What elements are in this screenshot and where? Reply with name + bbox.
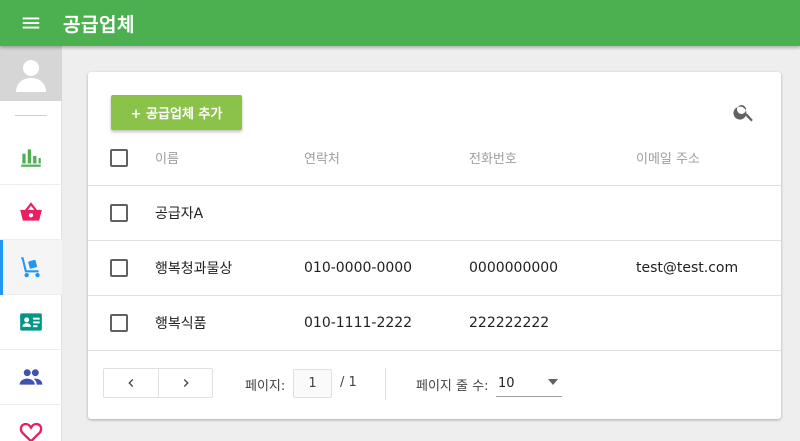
suppliers-table: 이름 연락처 전화번호 이메일 주소 공급자A 행복청과물상 010-0000-… — [88, 130, 781, 351]
supplier-name: 행복식품 — [155, 316, 207, 332]
hand-truck-icon — [21, 257, 40, 278]
table-row[interactable]: 행복청과물상 010-0000-0000 0000000000 test@tes… — [88, 241, 781, 296]
sidebar-item-products[interactable] — [0, 185, 62, 240]
app-bar: 공급업체 — [0, 0, 800, 46]
heart-icon — [19, 422, 43, 441]
supplier-name: 공급자A — [155, 206, 204, 222]
user-avatar-icon — [16, 59, 46, 92]
sidebar-item-dashboard[interactable] — [0, 130, 62, 185]
select-all-checkbox[interactable] — [110, 148, 128, 167]
dropdown-arrow-icon — [548, 379, 558, 385]
page-title: 공급업체 — [63, 13, 135, 36]
sidebar-item-users[interactable] — [0, 350, 62, 405]
column-header-email[interactable]: 이메일 주소 — [636, 130, 700, 185]
add-supplier-button[interactable]: + 공급업체 추가 — [111, 95, 242, 130]
rows-per-page-value: 10 — [498, 375, 515, 391]
chevron-left-icon — [128, 379, 134, 387]
column-header-phone[interactable]: 전화번호 — [469, 130, 517, 185]
supplier-contact: 010-1111-2222 — [304, 315, 413, 331]
supplier-email: test@test.com — [636, 260, 739, 276]
menu-icon — [22, 17, 40, 29]
search-button[interactable] — [732, 100, 756, 124]
sidebar-item-favorites[interactable] — [0, 405, 62, 441]
chevron-right-icon — [183, 379, 189, 387]
page-number-input[interactable] — [293, 369, 332, 398]
supplier-contact: 010-0000-0000 — [304, 260, 413, 276]
page-total: / 1 — [340, 375, 357, 390]
sidebar-nav — [0, 130, 62, 441]
rows-per-page-select[interactable]: 10 — [496, 370, 562, 397]
supplier-phone: 0000000000 — [469, 260, 559, 276]
pagination-divider — [385, 368, 386, 400]
shopping-basket-icon — [20, 202, 42, 221]
previous-page-button[interactable] — [104, 369, 158, 397]
pagination-bar: 페이지: / 1 페이지 줄 수: 10 — [88, 352, 781, 419]
sidebar-divider — [14, 115, 47, 116]
search-icon — [733, 105, 753, 122]
menu-button[interactable] — [0, 0, 62, 46]
avatar[interactable] — [0, 46, 62, 101]
row-checkbox[interactable] — [110, 259, 128, 277]
pager-buttons — [103, 368, 213, 398]
column-header-name[interactable]: 이름 — [155, 130, 179, 185]
contact-card-icon — [20, 313, 42, 331]
bar-chart-icon — [21, 149, 41, 167]
sidebar — [0, 46, 62, 441]
supplier-name: 행복청과물상 — [155, 261, 233, 277]
table-row[interactable]: 공급자A — [88, 186, 781, 241]
rows-per-page-label: 페이지 줄 수: — [416, 379, 489, 394]
suppliers-card: + 공급업체 추가 이름 연락처 전화번호 이메일 주소 공급자A 행복청과물상… — [88, 72, 781, 419]
row-checkbox[interactable] — [110, 204, 128, 222]
table-header-row: 이름 연락처 전화번호 이메일 주소 — [88, 130, 781, 186]
next-page-button[interactable] — [158, 369, 212, 397]
people-icon — [19, 369, 43, 385]
table-row[interactable]: 행복식품 010-1111-2222 222222222 — [88, 296, 781, 351]
column-header-contact[interactable]: 연락처 — [304, 130, 340, 185]
sidebar-item-suppliers[interactable] — [0, 240, 62, 295]
sidebar-item-contacts[interactable] — [0, 295, 62, 350]
supplier-phone: 222222222 — [469, 315, 550, 331]
row-checkbox[interactable] — [110, 314, 128, 332]
page-label: 페이지: — [245, 379, 286, 394]
